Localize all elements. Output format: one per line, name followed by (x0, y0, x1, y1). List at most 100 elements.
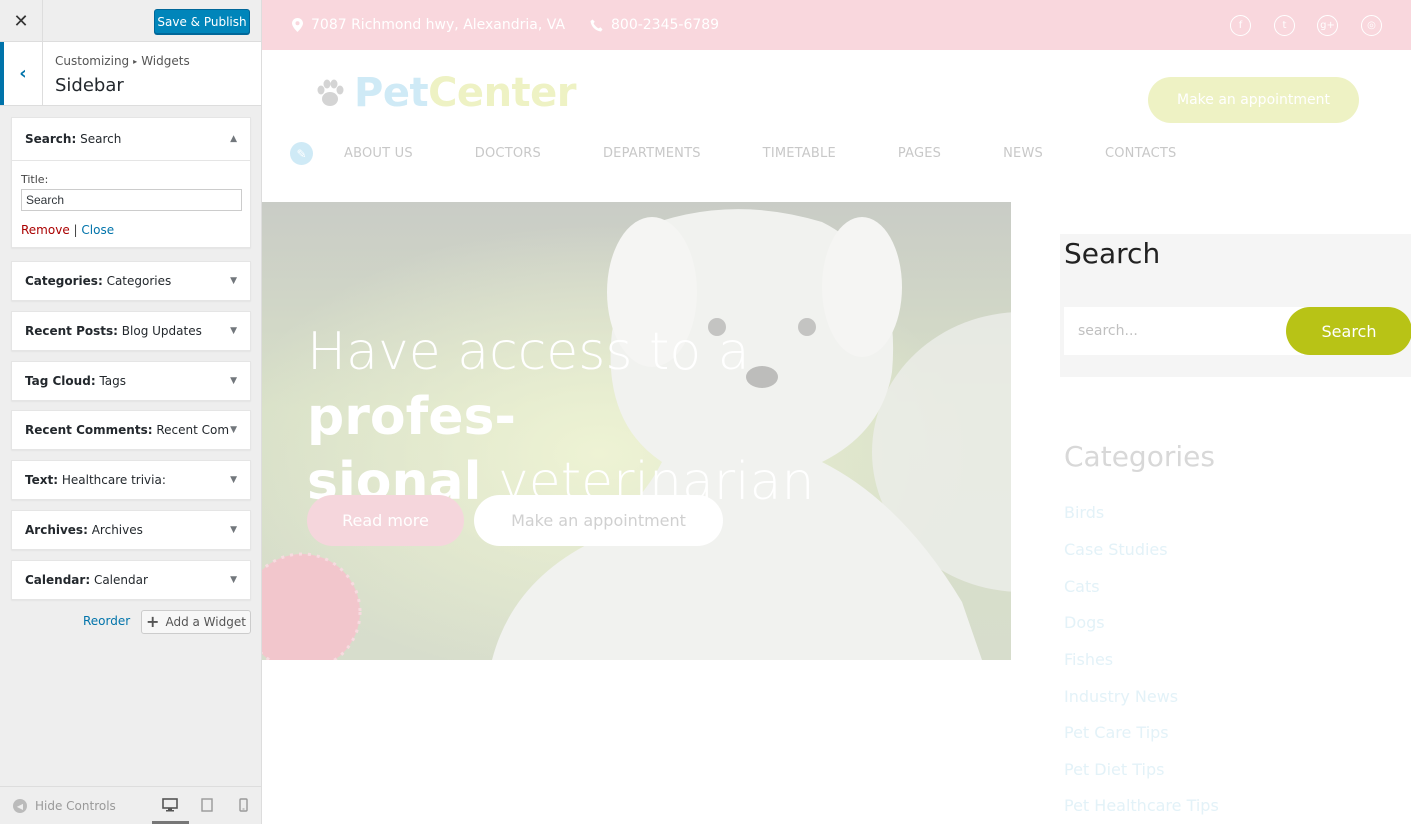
expand-arrow-icon[interactable]: ▼ (230, 326, 237, 336)
instagram-icon[interactable]: ◎ (1361, 15, 1382, 36)
widget-title: Healthcare trivia: (61, 473, 166, 487)
nav-doctors[interactable]: DOCTORS (475, 146, 541, 161)
expand-arrow-icon[interactable]: ▼ (230, 525, 237, 535)
expand-arrow-icon[interactable]: ▼ (230, 376, 237, 386)
widget-title: Categories (106, 274, 172, 288)
hero-heading: Have access to a profes- sional veterina… (307, 320, 947, 515)
customizer-footer: ◀ Hide Controls (0, 786, 261, 824)
customizer-header: ✕ Save & Publish (0, 0, 261, 42)
header-appointment-button[interactable]: Make an appointment (1148, 77, 1359, 123)
remove-link[interactable]: Remove (21, 223, 70, 237)
category-link[interactable]: Pet Care Tips (1064, 723, 1169, 742)
customizer-panel: ✕ Save & Publish ‹ Customizing ▸ Widgets S… (0, 0, 262, 824)
widget-type: Calendar (25, 573, 86, 587)
widget-search: Search: Search ▲ Title: Remove | Close (11, 117, 251, 248)
breadcrumb-arrow-icon: ▸ (133, 57, 138, 66)
main-nav: ✎ ABOUT US DOCTORS DEPARTMENTS TIMETABLE… (290, 142, 1238, 165)
expand-arrow-icon[interactable]: ▼ (230, 425, 237, 435)
logo-center: Center (428, 70, 577, 116)
nav-about-us[interactable]: ABOUT US (344, 146, 413, 161)
category-link[interactable]: Cats (1064, 577, 1100, 596)
hero-line1-light: Have access to a (307, 322, 750, 382)
widget-recent-comments[interactable]: Recent Comments: Recent Com...▼ (11, 410, 251, 450)
site-preview: 7087 Richmond hwy, Alexandria, VA 800-23… (262, 0, 1411, 824)
add-widget-label: Add a Widget (165, 615, 246, 629)
hide-controls-button[interactable]: ◀ Hide Controls (13, 799, 116, 813)
widget-categories[interactable]: Categories: Categories ▼ (11, 261, 251, 301)
category-link[interactable]: Fishes (1064, 650, 1113, 669)
close-icon[interactable]: ✕ (0, 0, 43, 42)
pencil-edit-icon[interactable]: ✎ (290, 142, 313, 165)
title-input[interactable] (21, 189, 242, 211)
top-bar: 7087 Richmond hwy, Alexandria, VA 800-23… (262, 0, 1411, 50)
save-publish-button[interactable]: Save & Publish (154, 9, 250, 34)
category-link[interactable]: Industry News (1064, 687, 1178, 706)
nav-contacts[interactable]: CONTACTS (1105, 146, 1177, 161)
widget-actions: Remove | Close (21, 223, 241, 237)
read-more-button[interactable]: Read more (307, 495, 464, 546)
hide-controls-label: Hide Controls (35, 799, 116, 813)
category-link[interactable]: Case Studies (1064, 540, 1168, 559)
hero-slider: Have access to a profes- sional veterina… (262, 202, 1011, 660)
widget-tag-cloud[interactable]: Tag Cloud: Tags ▼ (11, 361, 251, 401)
category-link[interactable]: Birds (1064, 503, 1104, 522)
widget-title: Archives (91, 523, 143, 537)
phone: 800-2345-6789 (590, 17, 719, 33)
breadcrumb: Customizing ▸ Widgets (55, 54, 190, 68)
back-chevron-icon[interactable]: ‹ (0, 42, 43, 105)
category-link[interactable]: Dogs (1064, 613, 1105, 632)
address: 7087 Richmond hwy, Alexandria, VA (292, 17, 565, 33)
sidebar-search-widget: Search search... Search (1060, 234, 1411, 377)
nav-timetable[interactable]: TIMETABLE (763, 146, 836, 161)
separator: | (73, 223, 78, 237)
breadcrumb-widgets: Widgets (141, 54, 190, 68)
expand-arrow-icon[interactable]: ▼ (230, 575, 237, 585)
add-widget-button[interactable]: + Add a Widget (141, 610, 251, 634)
category-link[interactable]: Pet Diet Tips (1064, 760, 1164, 779)
collapse-circle-icon: ◀ (13, 799, 27, 813)
search-widget-title: Search (1064, 237, 1161, 270)
sidebar-search-button[interactable]: Search (1286, 307, 1411, 355)
widget-type: Tag Cloud (25, 374, 91, 388)
facebook-icon[interactable]: f (1230, 15, 1251, 36)
section-title: Sidebar (55, 75, 124, 96)
widget-type: Search (25, 132, 72, 146)
expand-arrow-icon[interactable]: ▼ (230, 475, 237, 485)
nav-pages[interactable]: PAGES (898, 146, 941, 161)
widget-title: Recent Com... (156, 423, 230, 437)
category-link[interactable]: Pet Healthcare Tips (1064, 796, 1219, 815)
section-header: ‹ Customizing ▸ Widgets Sidebar (0, 42, 261, 106)
expand-arrow-icon[interactable]: ▼ (230, 276, 237, 286)
reorder-link[interactable]: Reorder (83, 614, 130, 628)
widget-title: Search (80, 132, 122, 146)
paw-icon (317, 79, 344, 106)
tablet-preview-icon[interactable] (198, 797, 216, 813)
widget-archives[interactable]: Archives: Archives ▼ (11, 510, 251, 550)
widget-header[interactable]: Search: Search ▲ (12, 118, 250, 161)
widget-type: Recent Posts (25, 324, 114, 338)
widget-type: Recent Comments (25, 423, 148, 437)
logo-text: PetCenter (354, 70, 577, 116)
sidebar-search-input[interactable]: search... (1064, 307, 1304, 355)
breadcrumb-customizing: Customizing (55, 54, 130, 68)
logo-pet: Pet (354, 70, 429, 116)
phone-icon (590, 19, 603, 31)
title-label: Title: (21, 173, 49, 186)
widget-calendar[interactable]: Calendar: Calendar ▼ (11, 560, 251, 600)
collapse-arrow-icon[interactable]: ▲ (230, 134, 237, 144)
hero-appointment-button[interactable]: Make an appointment (474, 495, 723, 546)
close-link[interactable]: Close (81, 223, 114, 237)
desktop-preview-icon[interactable] (161, 797, 179, 813)
site-logo[interactable]: PetCenter (314, 70, 577, 116)
google-plus-icon[interactable]: g+ (1317, 15, 1338, 36)
widget-recent-posts[interactable]: Recent Posts: Blog Updates ▼ (11, 311, 251, 351)
phone-text: 800-2345-6789 (611, 17, 720, 33)
twitter-icon[interactable]: t (1274, 15, 1295, 36)
widget-text[interactable]: Text: Healthcare trivia: ▼ (11, 460, 251, 500)
nav-news[interactable]: NEWS (1003, 146, 1043, 161)
plus-icon: + (146, 612, 160, 631)
widget-type: Text (25, 473, 54, 487)
nav-departments[interactable]: DEPARTMENTS (603, 146, 701, 161)
mobile-preview-icon[interactable] (234, 797, 252, 813)
address-text: 7087 Richmond hwy, Alexandria, VA (311, 17, 566, 33)
